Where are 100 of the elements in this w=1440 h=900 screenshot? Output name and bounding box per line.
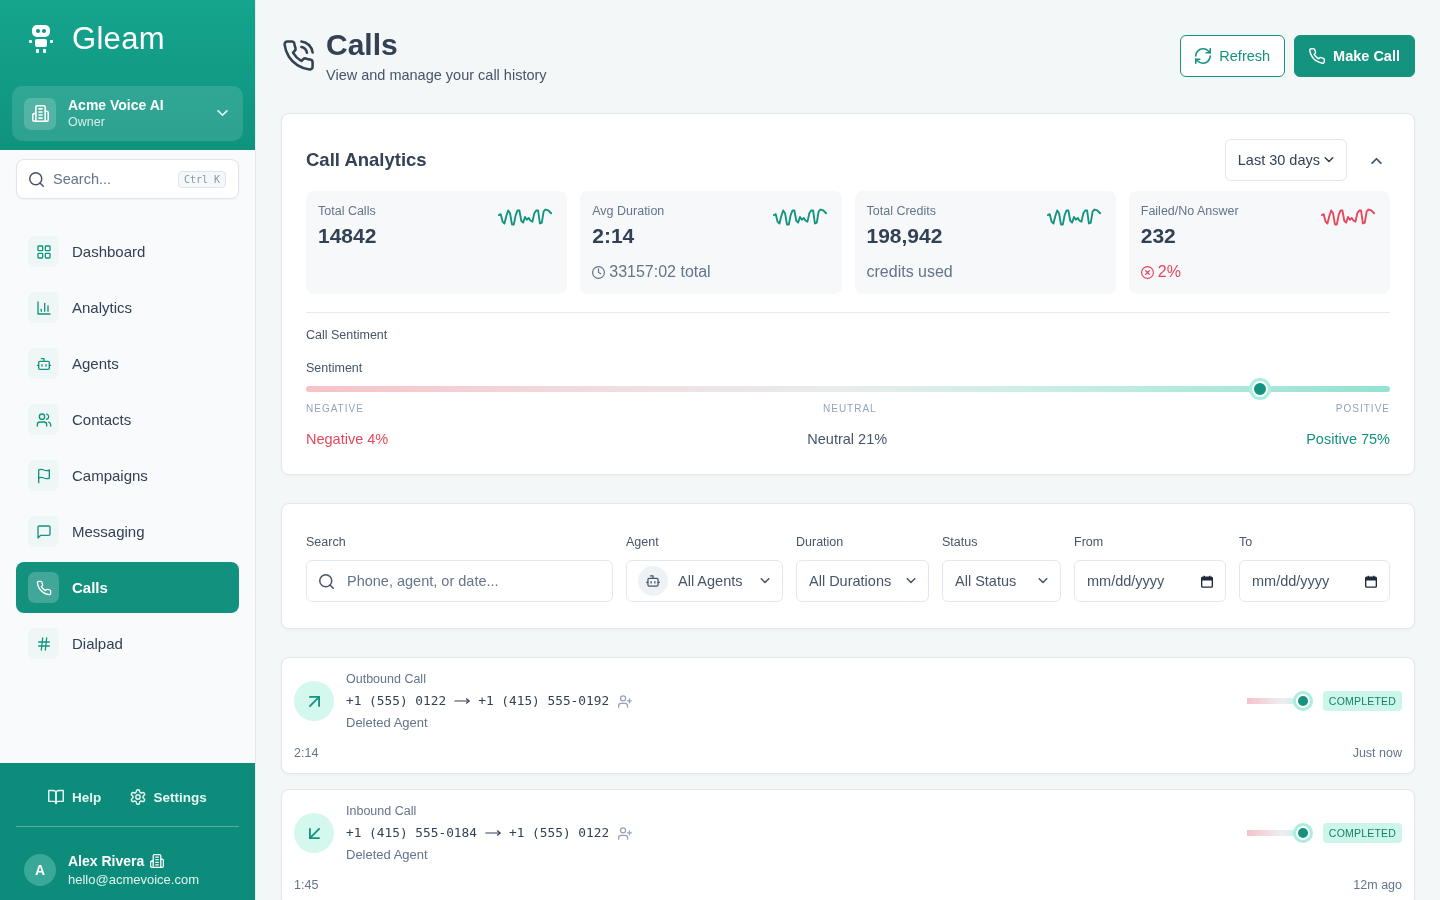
dropdown[interactable]: All Durations bbox=[796, 560, 929, 602]
chevron-down-icon bbox=[760, 578, 770, 584]
stat-note: 33157:02 total bbox=[609, 262, 711, 282]
nav-item[interactable]: Analytics bbox=[16, 282, 239, 333]
refresh-icon bbox=[1195, 48, 1212, 64]
call-type: Outbound Call bbox=[346, 671, 426, 687]
chevron-down-icon bbox=[1038, 578, 1048, 584]
avatar: A bbox=[24, 854, 56, 887]
sentiment-share: Positive 75% bbox=[1306, 430, 1390, 448]
clock-icon bbox=[592, 265, 606, 279]
refresh-button[interactable]: Refresh bbox=[1180, 35, 1286, 77]
stat-value: 2:14 bbox=[592, 223, 635, 249]
footer-link[interactable]: Settings bbox=[129, 787, 207, 807]
nav-item[interactable]: Contacts bbox=[16, 394, 239, 445]
gear-icon bbox=[129, 789, 146, 805]
keyboard-shortcut: Ctrl K bbox=[177, 170, 226, 188]
filter-label: Search bbox=[306, 534, 346, 550]
section-title: Call Sentiment bbox=[306, 327, 388, 343]
chevron-up-icon bbox=[1370, 156, 1382, 164]
caller-number: +1 (555) 0122 bbox=[346, 692, 447, 710]
stat-label: Avg Duration bbox=[592, 203, 665, 219]
call-card[interactable]: Inbound Call +1 (415) 555-0184 +1 (555) 0122 Deleted Agent COMPLETED 1:45 12m ago bbox=[281, 789, 1415, 900]
phone-icon bbox=[28, 572, 59, 603]
call-duration: 1:45 bbox=[294, 877, 319, 893]
users-icon bbox=[28, 404, 59, 435]
call-type: Inbound Call bbox=[346, 803, 417, 819]
arrow-down-left-icon bbox=[294, 813, 334, 853]
bar-chart-icon bbox=[28, 292, 59, 323]
calendar-icon bbox=[1365, 574, 1377, 588]
stat-note: 2% bbox=[1157, 262, 1181, 282]
filter-label: Duration bbox=[796, 534, 844, 550]
sentiment-share: Neutral 21% bbox=[807, 430, 888, 448]
status-badge: COMPLETED bbox=[1322, 691, 1402, 711]
sentiment-share: Negative 4% bbox=[306, 430, 389, 448]
filter-label: To bbox=[1239, 534, 1253, 550]
arrow-right-icon bbox=[454, 697, 471, 705]
nav-item[interactable]: Messaging bbox=[16, 506, 239, 557]
call-time: 12m ago bbox=[1353, 877, 1402, 893]
make-call-button[interactable]: Make Call bbox=[1294, 35, 1415, 77]
message-icon bbox=[28, 516, 59, 547]
user-name: Alex Rivera bbox=[68, 852, 145, 871]
nav-item[interactable]: Dialpad bbox=[16, 618, 239, 669]
chevron-down-icon bbox=[217, 110, 228, 117]
brand-name: Gleam bbox=[72, 20, 165, 58]
status-badge: COMPLETED bbox=[1322, 823, 1402, 843]
user-plus-icon bbox=[618, 694, 633, 708]
call-card[interactable]: Outbound Call +1 (555) 0122 +1 (415) 555-0192 Deleted Agent COMPLETED 2:14 Just now bbox=[281, 657, 1415, 774]
caller-number: +1 (415) 555-0184 bbox=[346, 824, 477, 842]
callee-number: +1 (555) 0122 bbox=[509, 824, 610, 842]
date-range-select[interactable]: Last 30 days bbox=[1224, 139, 1347, 181]
arrow-up-right-icon bbox=[294, 681, 334, 721]
arrow-right-icon bbox=[485, 829, 501, 837]
agent-name: Deleted Agent bbox=[346, 715, 428, 731]
user-email: hello@acmevoice.com bbox=[68, 870, 199, 889]
chevron-down-icon bbox=[906, 578, 916, 584]
robot-icon bbox=[28, 348, 59, 379]
scale-label: NEUTRAL bbox=[823, 403, 877, 415]
date-field[interactable]: mm/dd/yyyy bbox=[1074, 560, 1226, 602]
nav-item[interactable]: Calls bbox=[16, 562, 239, 613]
search-icon bbox=[29, 171, 44, 187]
footer-link[interactable]: Help bbox=[48, 787, 102, 807]
stat-note: credits used bbox=[866, 262, 953, 282]
agent-name: Deleted Agent bbox=[346, 847, 428, 863]
stat-label: Total Calls bbox=[318, 203, 376, 219]
robot-logo-icon bbox=[28, 24, 54, 54]
chevron-down-icon bbox=[1324, 157, 1334, 163]
agent-select[interactable]: All Agents bbox=[626, 560, 783, 602]
grid-icon bbox=[28, 236, 59, 267]
card-title: Call Analytics bbox=[306, 149, 427, 171]
call-time: Just now bbox=[1352, 745, 1402, 761]
slider-label: Sentiment bbox=[306, 360, 363, 376]
stat-value: 232 bbox=[1140, 223, 1176, 249]
book-icon bbox=[48, 789, 65, 805]
phone-call-icon bbox=[283, 40, 314, 71]
search-icon bbox=[319, 573, 334, 589]
page-subtitle: View and manage your call history bbox=[326, 66, 547, 85]
nav-item[interactable]: Dashboard bbox=[16, 226, 239, 277]
filter-label: From bbox=[1074, 534, 1104, 550]
scale-label: POSITIVE bbox=[1335, 403, 1390, 415]
stat-value: 198,942 bbox=[866, 223, 943, 249]
calendar-icon bbox=[1201, 574, 1213, 588]
hash-icon bbox=[28, 628, 59, 659]
scale-label: NEGATIVE bbox=[306, 403, 364, 415]
filter-label: Status bbox=[942, 534, 978, 550]
robot-icon bbox=[638, 566, 668, 596]
flag-icon bbox=[28, 460, 59, 491]
building-icon bbox=[24, 97, 56, 130]
stat-label: Total Credits bbox=[866, 203, 936, 219]
callee-number: +1 (415) 555-0192 bbox=[478, 692, 610, 710]
filter-label: Agent bbox=[626, 534, 659, 550]
dropdown[interactable]: All Status bbox=[942, 560, 1061, 602]
search-field[interactable]: Search... Ctrl K bbox=[16, 159, 239, 199]
call-duration: 2:14 bbox=[294, 745, 319, 761]
building-icon bbox=[150, 854, 165, 869]
search-field[interactable]: Phone, agent, or date... bbox=[306, 560, 613, 602]
page-title: Calls bbox=[326, 28, 398, 62]
nav-item[interactable]: Agents bbox=[16, 338, 239, 389]
nav-item[interactable]: Campaigns bbox=[16, 450, 239, 501]
x-circle-icon bbox=[1140, 265, 1154, 279]
date-field[interactable]: mm/dd/yyyy bbox=[1239, 560, 1390, 602]
